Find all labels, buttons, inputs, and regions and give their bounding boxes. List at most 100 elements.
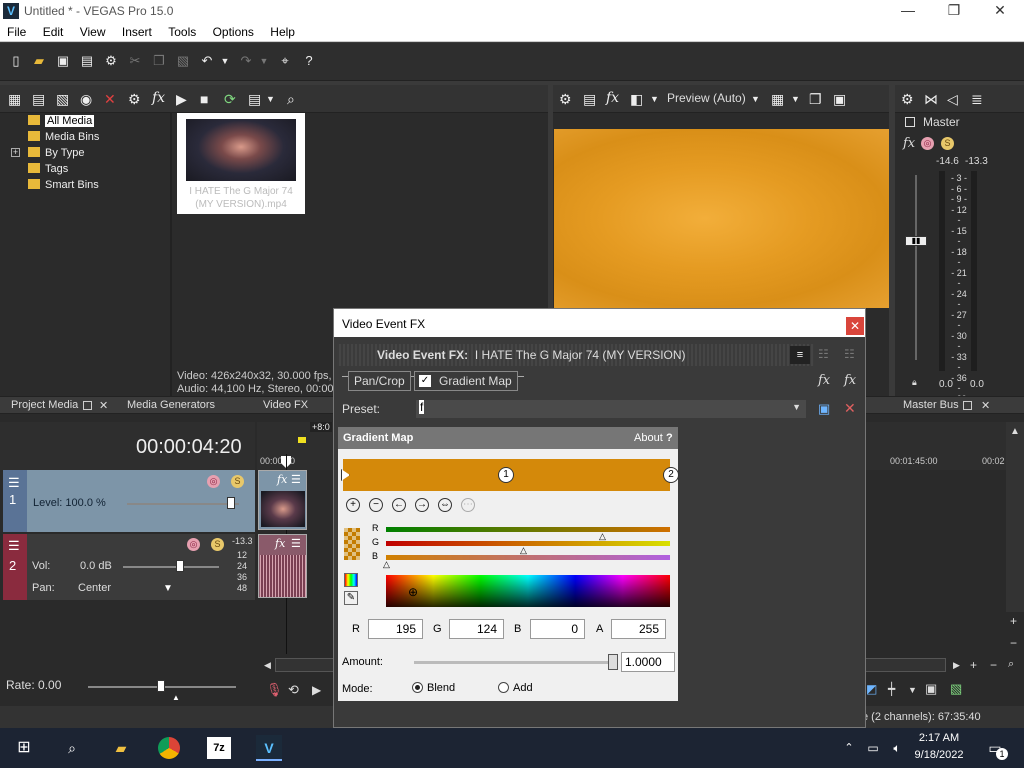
views-icon[interactable]: ▤ xyxy=(248,91,261,107)
preview-quality[interactable]: Preview (Auto) xyxy=(667,91,746,105)
auto-ripple-icon[interactable]: ▣ xyxy=(925,681,937,697)
tab-master-bus[interactable]: Master Bus xyxy=(903,399,959,411)
dim-output-icon[interactable]: ◁ xyxy=(947,91,958,107)
normal-edit-tool-icon[interactable]: ◩ xyxy=(866,682,877,696)
zoom-out-horizontal-icon[interactable]: − xyxy=(990,658,997,672)
audio-vol-slider-knob[interactable] xyxy=(176,560,184,572)
copy-snapshot-icon[interactable]: ❐ xyxy=(809,91,822,107)
audio-event-clip[interactable]: ☰ fx xyxy=(258,534,307,598)
audio-track-header[interactable]: ☰ 2 ◎ S -13.3 12 24 36 48 Vol: 0.0 dB Pan: … xyxy=(3,534,255,600)
red-channel-slider[interactable] xyxy=(386,527,670,532)
zoom-out-vertical-icon[interactable]: − xyxy=(1010,636,1017,650)
edit-tool-dropdown-icon[interactable]: ▼ xyxy=(908,685,917,695)
import-media-icon[interactable]: ▤ xyxy=(32,91,45,107)
gradient-bar[interactable]: 1 2 xyxy=(341,459,679,491)
overlays-grid-icon[interactable]: ▦ xyxy=(771,91,784,107)
delete-preset-icon[interactable]: ✕ xyxy=(844,400,856,417)
downmix-icon[interactable]: ⋈ xyxy=(924,91,938,107)
expanded-view-icon[interactable]: ☷ xyxy=(844,347,855,361)
play-preview-icon[interactable]: ▶ xyxy=(176,91,187,107)
tree-by-type[interactable]: By Type xyxy=(28,145,99,161)
lock-envelopes-icon[interactable]: ▧ xyxy=(950,681,962,697)
views-dropdown-icon[interactable]: ▼ xyxy=(266,91,275,107)
next-stop-icon[interactable]: → xyxy=(415,498,429,512)
master-properties-icon[interactable]: ⚙ xyxy=(901,91,914,107)
vertical-scrollbar[interactable] xyxy=(1006,422,1024,612)
fx-chain-gradient-map[interactable]: ✓ Gradient Map xyxy=(414,371,518,391)
mode-blend-radio[interactable]: Blend xyxy=(412,682,455,694)
whats-this-help-icon[interactable]: ? xyxy=(301,53,317,69)
menu-edit[interactable]: Edit xyxy=(36,22,70,39)
new-project-icon[interactable]: ▯ xyxy=(8,53,24,69)
save-as-icon[interactable]: ▤ xyxy=(79,53,95,69)
lock-icon[interactable]: 🔒︎ xyxy=(912,377,917,388)
close-window-button[interactable]: ✕ xyxy=(977,2,1023,20)
video-output-fx-icon[interactable]: fx xyxy=(606,90,619,106)
master-solo-icon[interactable]: S xyxy=(941,137,954,150)
video-event-menu-icon[interactable]: ☰ xyxy=(291,473,301,486)
menu-view[interactable]: View xyxy=(73,22,112,39)
undo-dropdown-icon[interactable]: ▼ xyxy=(217,53,233,69)
master-mute-icon[interactable]: ◎ xyxy=(921,137,934,150)
tab-close-icon[interactable]: ✕ xyxy=(99,399,108,412)
audio-track-mute-icon[interactable]: ◎ xyxy=(187,538,200,551)
network-icon[interactable]: ▭ xyxy=(860,735,886,761)
get-media-web-icon[interactable]: ◉ xyxy=(80,91,92,107)
fx-chain-pan-crop[interactable]: Pan/Crop xyxy=(348,371,411,391)
redo-icon[interactable]: ↷ xyxy=(238,53,254,69)
color-spectrum[interactable]: ⊕ xyxy=(386,575,670,607)
split-dropdown-icon[interactable]: ▼ xyxy=(650,91,659,107)
gradient-stop-left[interactable] xyxy=(341,469,350,481)
media-thumbnail-card[interactable]: I HATE The G Major 74 (MY VERSION).mp4 xyxy=(177,113,305,214)
save-icon[interactable]: ▣ xyxy=(55,53,71,69)
mixer-faders-icon[interactable]: ≣ xyxy=(971,91,983,107)
video-level-slider-knob[interactable] xyxy=(227,497,235,509)
audio-track-solo-icon[interactable]: S xyxy=(211,538,224,551)
expand-by-type-icon[interactable]: + xyxy=(11,148,20,157)
scroll-up-icon[interactable]: ▲ xyxy=(1010,426,1020,437)
show-hidden-icons-icon[interactable]: ⌃ xyxy=(836,735,862,761)
scroll-left-icon[interactable]: ◀ xyxy=(264,660,271,671)
file-explorer-icon[interactable]: ▰ xyxy=(108,735,134,761)
edit-tool-icon[interactable]: ┿ xyxy=(888,682,895,696)
gradient-stop-1[interactable]: 1 xyxy=(498,467,514,483)
tab-media-generators[interactable]: Media Generators xyxy=(127,399,215,411)
vegas-taskbar-icon[interactable]: V xyxy=(256,735,282,761)
audio-event-menu-icon[interactable]: ☰ xyxy=(291,537,301,550)
tab-master-maximize-icon[interactable] xyxy=(963,401,972,410)
zoom-in-horizontal-icon[interactable]: + xyxy=(970,658,977,672)
gradient-stop-2[interactable]: 2 xyxy=(663,467,679,483)
menu-insert[interactable]: Insert xyxy=(115,22,158,39)
color-picker-mode-icon[interactable] xyxy=(344,573,358,587)
zoom-in-vertical-icon[interactable]: + xyxy=(1010,614,1017,628)
audio-event-fx-icon[interactable]: fx xyxy=(275,537,285,550)
preview-properties-icon[interactable]: ⚙ xyxy=(559,91,572,107)
distribute-stops-icon[interactable]: ⋯ xyxy=(461,498,475,512)
remove-media-icon[interactable]: ✕ xyxy=(104,91,116,107)
zoom-tool-icon[interactable]: ⌕ xyxy=(1008,658,1014,671)
list-view-icon[interactable]: ≡ xyxy=(790,346,810,364)
save-preset-icon[interactable]: ▣ xyxy=(818,401,830,417)
blue-slider-marker-icon[interactable]: △ xyxy=(383,559,390,570)
amount-input[interactable]: 1.0000 xyxy=(621,652,675,672)
video-event-clip[interactable]: ☰ fx xyxy=(258,470,307,530)
scroll-right-icon[interactable]: ▶ xyxy=(953,660,960,671)
media-fx-icon[interactable]: fx xyxy=(152,90,165,106)
video-track-menu-icon[interactable]: ☰ xyxy=(8,475,20,491)
amount-slider-knob[interactable] xyxy=(608,654,618,670)
g-value-input[interactable]: 124 xyxy=(449,619,504,639)
loop-playback-icon[interactable]: ⟲ xyxy=(288,682,299,698)
tab-project-media[interactable]: Project Media xyxy=(11,399,78,411)
remove-fx-icon[interactable]: fx xyxy=(844,373,856,388)
master-fx-icon[interactable]: fx xyxy=(903,136,915,151)
add-fx-icon[interactable]: fx xyxy=(818,373,830,388)
audio-track-menu-icon[interactable]: ☰ xyxy=(8,538,20,554)
save-snapshot-icon[interactable]: ▣ xyxy=(833,91,846,107)
menu-help[interactable]: Help xyxy=(263,22,301,39)
gradient-map-enable-checkbox[interactable]: ✓ xyxy=(419,375,431,387)
media-properties-icon[interactable]: ⚙ xyxy=(128,91,141,107)
maximize-button[interactable]: ❐ xyxy=(931,2,977,20)
mode-add-radio[interactable]: Add xyxy=(498,682,533,694)
stop-preview-icon[interactable]: ■ xyxy=(200,91,208,107)
paste-icon[interactable]: ▧ xyxy=(175,53,191,69)
